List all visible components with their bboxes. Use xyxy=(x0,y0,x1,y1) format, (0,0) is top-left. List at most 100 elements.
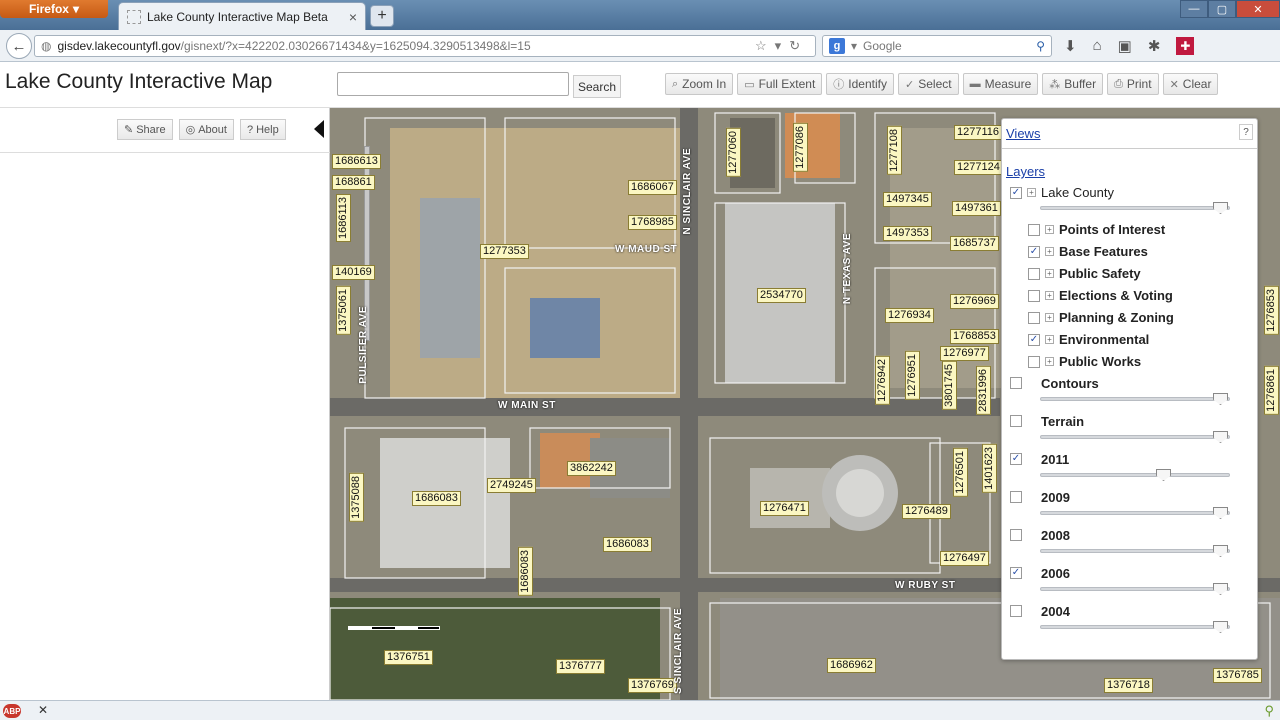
sublayer-checkbox[interactable] xyxy=(1028,289,1040,302)
expand-icon[interactable]: + xyxy=(1027,188,1036,197)
full-extent-button[interactable]: ▭ Full Extent xyxy=(737,73,823,95)
sublayer-checkbox[interactable]: ✓ xyxy=(1028,245,1040,258)
reload-icon[interactable]: ↻ xyxy=(789,38,800,54)
expand-icon[interactable]: + xyxy=(1045,313,1054,322)
buffer-icon: ⁂ xyxy=(1049,78,1061,91)
views-link[interactable]: Views xyxy=(1006,126,1040,141)
expand-icon[interactable]: + xyxy=(1045,357,1054,366)
imagery-opacity-slider[interactable] xyxy=(1040,507,1230,519)
search-button[interactable]: Search xyxy=(573,75,621,98)
browser-search-bar[interactable]: g ▾ Google ⚲ xyxy=(822,35,1052,57)
close-window-button[interactable]: ✕ xyxy=(1236,0,1280,18)
parcel-label: 1276951 xyxy=(905,351,920,400)
parcel-label: 1277116 xyxy=(954,125,1003,140)
browser-tab[interactable]: Lake County Interactive Map Beta × xyxy=(118,2,366,30)
select-button[interactable]: ✓ Select xyxy=(898,73,959,95)
parcel-label: 168861 xyxy=(332,175,375,190)
identify-button[interactable]: ⓘ Identify xyxy=(826,73,894,95)
search-icon[interactable]: ⚲ xyxy=(1036,39,1045,53)
share-label: Share xyxy=(136,123,166,136)
opacity-slider-thumb[interactable] xyxy=(1213,583,1228,595)
sublayer-checkbox[interactable] xyxy=(1028,223,1040,236)
search-input[interactable] xyxy=(337,72,569,96)
parcel-label: 1277353 xyxy=(480,244,529,259)
collapse-panel-icon[interactable] xyxy=(314,120,324,138)
parcel-label: 1276977 xyxy=(940,346,989,361)
opacity-slider-thumb[interactable] xyxy=(1213,545,1228,557)
layers-help-button[interactable]: ? xyxy=(1239,124,1253,140)
sublayer-checkbox[interactable] xyxy=(1028,267,1040,280)
imagery-layer-label: 2004 xyxy=(1041,604,1070,619)
close-addon-bar-button[interactable]: ✕ xyxy=(38,703,48,717)
sublayer-checkbox[interactable] xyxy=(1028,355,1040,368)
help-button[interactable]: ? Help xyxy=(239,119,286,140)
expand-icon[interactable]: + xyxy=(1045,291,1054,300)
sublayer-row[interactable]: + Points of Interest xyxy=(1028,222,1165,237)
sublayer-row[interactable]: ✓ + Base Features xyxy=(1028,244,1148,259)
bookmarks-icon[interactable]: ▣ xyxy=(1118,37,1132,55)
sublayer-row[interactable]: + Elections & Voting xyxy=(1028,288,1173,303)
adblock-icon[interactable]: ABP xyxy=(3,704,21,718)
sublayer-row[interactable]: ✓ + Environmental xyxy=(1028,332,1149,347)
opacity-slider-thumb[interactable] xyxy=(1213,507,1228,519)
close-tab-button[interactable]: × xyxy=(349,9,357,25)
imagery-opacity-slider[interactable] xyxy=(1040,621,1230,633)
expand-icon[interactable]: + xyxy=(1045,247,1054,256)
addon-icon[interactable]: ✱ xyxy=(1148,37,1161,55)
imagery-opacity-slider[interactable] xyxy=(1040,431,1230,443)
expand-icon[interactable]: + xyxy=(1045,269,1054,278)
parcel-label: 1686113 xyxy=(336,194,351,243)
lake-county-opacity-slider[interactable] xyxy=(1040,202,1230,214)
buffer-button[interactable]: ⁂ Buffer xyxy=(1042,73,1104,95)
opacity-slider-thumb[interactable] xyxy=(1213,393,1228,405)
imagery-checkbox[interactable]: ✓ xyxy=(1010,567,1022,579)
imagery-opacity-slider[interactable] xyxy=(1040,393,1230,405)
extension-icon[interactable]: ✚ xyxy=(1176,37,1195,55)
imagery-checkbox[interactable]: ✓ xyxy=(1010,453,1022,465)
imagery-opacity-slider[interactable] xyxy=(1040,545,1230,557)
layers-link[interactable]: Layers xyxy=(1006,164,1045,179)
parcel-label: 1686083 xyxy=(412,491,461,506)
sublayer-label: Points of Interest xyxy=(1059,222,1166,237)
back-button[interactable]: ← xyxy=(6,33,32,59)
minimize-button[interactable]: — xyxy=(1180,0,1208,18)
new-tab-button[interactable]: + xyxy=(370,5,394,27)
opacity-slider-thumb[interactable] xyxy=(1213,621,1228,633)
opacity-slider-thumb[interactable] xyxy=(1156,469,1171,481)
expand-icon[interactable]: + xyxy=(1045,335,1054,344)
share-button[interactable]: ✎ Share xyxy=(117,119,173,140)
imagery-checkbox[interactable] xyxy=(1010,529,1022,541)
download-icon[interactable]: ⬇ xyxy=(1064,37,1077,55)
imagery-opacity-slider[interactable] xyxy=(1040,583,1230,595)
sublayer-checkbox[interactable] xyxy=(1028,311,1040,324)
firefox-menu-button[interactable]: Firefox ▾ xyxy=(0,0,108,18)
opacity-slider-thumb[interactable] xyxy=(1213,202,1228,214)
opacity-slider-thumb[interactable] xyxy=(1213,431,1228,443)
home-icon[interactable]: ⌂ xyxy=(1093,37,1102,55)
zoom-in-button[interactable]: ⌕ Zoom In xyxy=(665,73,734,95)
layer-row-lake-county[interactable]: ✓ + Lake County xyxy=(1010,185,1114,200)
imagery-opacity-slider[interactable] xyxy=(1040,469,1230,481)
parcel-label: 1686083 xyxy=(518,547,533,596)
sublayer-checkbox[interactable]: ✓ xyxy=(1028,333,1040,346)
parcel-label: 140169 xyxy=(332,265,375,280)
expand-icon[interactable]: + xyxy=(1045,225,1054,234)
imagery-checkbox[interactable] xyxy=(1010,377,1022,389)
clear-button[interactable]: ✕ Clear xyxy=(1162,73,1219,95)
parcel-label: 1376769 xyxy=(628,678,677,693)
bookmark-star-icon[interactable]: ☆ xyxy=(755,38,767,54)
print-button[interactable]: ⎙ Print xyxy=(1107,73,1159,95)
imagery-checkbox[interactable] xyxy=(1010,491,1022,503)
sublayer-row[interactable]: + Planning & Zoning xyxy=(1028,310,1174,325)
street-label: PULSIFER AVE xyxy=(358,306,369,384)
imagery-checkbox[interactable] xyxy=(1010,605,1022,617)
dropdown-icon[interactable]: ▾ xyxy=(775,38,782,54)
about-button[interactable]: ◎ About xyxy=(178,119,234,140)
imagery-checkbox[interactable] xyxy=(1010,415,1022,427)
maximize-button[interactable]: ▢ xyxy=(1208,0,1236,18)
measure-button[interactable]: ▬ Measure xyxy=(962,73,1039,95)
layer-checkbox[interactable]: ✓ xyxy=(1010,186,1022,199)
sublayer-row[interactable]: + Public Works xyxy=(1028,354,1141,369)
url-bar[interactable]: ◍ gisdev.lakecountyfl.gov/gisnext/?x=422… xyxy=(34,35,816,57)
sublayer-row[interactable]: + Public Safety xyxy=(1028,266,1141,281)
